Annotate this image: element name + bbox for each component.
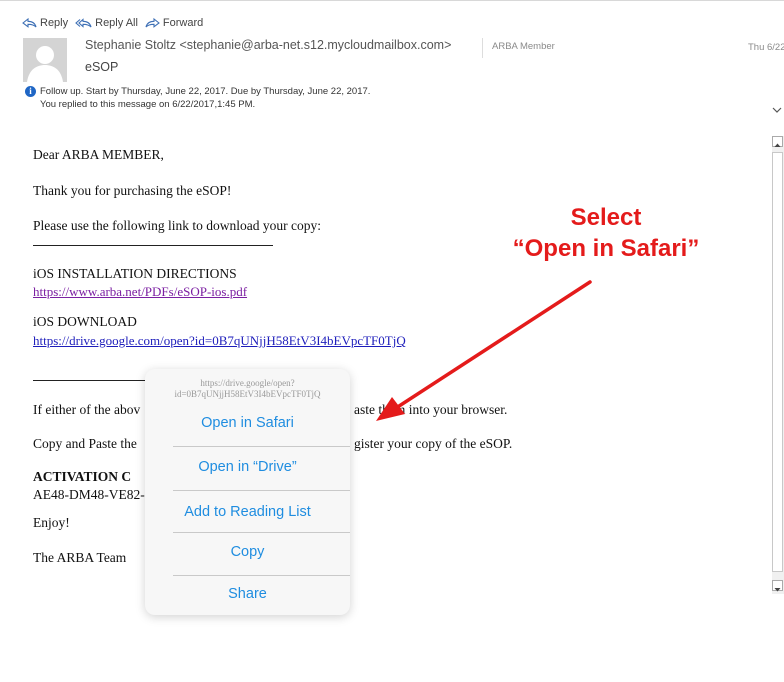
reply-all-button[interactable]: Reply All: [75, 17, 138, 29]
either-text-start: If either of the abov: [33, 402, 141, 417]
share-option[interactable]: Share: [145, 586, 350, 602]
arrow-up-icon: [774, 143, 781, 147]
activation-heading: ACTIVATION C: [33, 469, 132, 484]
message-toolbar: Reply Reply All Forward: [22, 14, 210, 32]
sender-name[interactable]: Stephanie Stoltz <stephanie@arba-net.s12…: [85, 38, 451, 52]
scroll-down-button[interactable]: [772, 580, 783, 592]
popover-divider: [173, 446, 350, 447]
ios-install-heading: iOS INSTALLATION DIRECTIONS: [33, 266, 237, 281]
scroll-up-button[interactable]: [772, 136, 783, 147]
popover-divider: [173, 490, 350, 491]
person-icon: [23, 38, 67, 82]
info-icon: i: [25, 86, 36, 97]
category-tag: ARBA Member: [492, 41, 555, 52]
instruction-text: Please use the following link to downloa…: [33, 218, 321, 233]
arrow-shaft: [391, 280, 592, 412]
forward-label: Forward: [162, 17, 204, 29]
forward-icon: [145, 17, 160, 28]
popover-url: https://drive.google/open? id=0B7qUNjjH5…: [145, 378, 350, 400]
annotation-line1: Select: [570, 204, 642, 231]
open-in-safari-option[interactable]: Open in Safari: [145, 415, 350, 431]
popover-divider: [173, 532, 350, 533]
add-to-reading-list-option[interactable]: Add to Reading List: [145, 504, 350, 520]
ios-install-link[interactable]: https://www.arba.net/PDFs/eSOP-ios.pdf: [33, 284, 247, 300]
copy-text-start: Copy and Paste the: [33, 436, 137, 451]
message-subject: eSOP: [85, 60, 119, 74]
reply-button[interactable]: Reply: [22, 17, 68, 29]
forward-button[interactable]: Forward: [145, 17, 203, 29]
replied-info: You replied to this message on 6/22/2017…: [40, 99, 256, 110]
ios-download-link[interactable]: https://drive.google.com/open?id=0B7qUNj…: [33, 333, 406, 349]
ios-download-heading: iOS DOWNLOAD: [33, 314, 137, 329]
popover-url-line1: https://drive.google/open?: [200, 378, 295, 388]
chevron-down-icon[interactable]: [772, 106, 782, 114]
activation-code: AE48-DM48-VE82-: [33, 487, 145, 502]
received-date: Thu 6/22: [748, 42, 784, 53]
either-text-end: aste them into your browser.: [354, 402, 508, 417]
open-in-drive-option[interactable]: Open in “Drive”: [145, 459, 350, 475]
reply-label: Reply: [40, 17, 69, 29]
divider-line-2: [33, 380, 148, 381]
arrow-down-icon: [774, 588, 781, 592]
popover-divider: [173, 575, 350, 576]
signoff-text: The ARBA Team: [33, 550, 127, 565]
reply-icon: [22, 17, 37, 28]
thanks-text: Thank you for purchasing the eSOP!: [33, 183, 232, 198]
reply-all-label: Reply All: [95, 17, 138, 29]
popover-url-line2: id=0B7qUNjjH58EtV3I4bEVpcTF0TjQ: [174, 389, 321, 399]
sender-avatar: [23, 38, 67, 82]
copy-option[interactable]: Copy: [145, 544, 350, 560]
message-scrollbar[interactable]: [772, 136, 784, 594]
top-border: [0, 0, 784, 1]
scroll-thumb[interactable]: [772, 152, 783, 572]
enjoy-text: Enjoy!: [33, 515, 70, 530]
greeting: Dear ARBA MEMBER,: [33, 147, 164, 162]
divider-line: [33, 245, 273, 246]
copy-text-end: gister your copy of the eSOP.: [354, 436, 513, 451]
header-divider: [482, 38, 483, 58]
reply-all-icon: [75, 18, 92, 28]
link-action-popover: https://drive.google/open? id=0B7qUNjjH5…: [145, 369, 350, 615]
annotation-line2: “Open in Safari”: [512, 235, 700, 262]
followup-info: Follow up. Start by Thursday, June 22, 2…: [40, 86, 371, 97]
